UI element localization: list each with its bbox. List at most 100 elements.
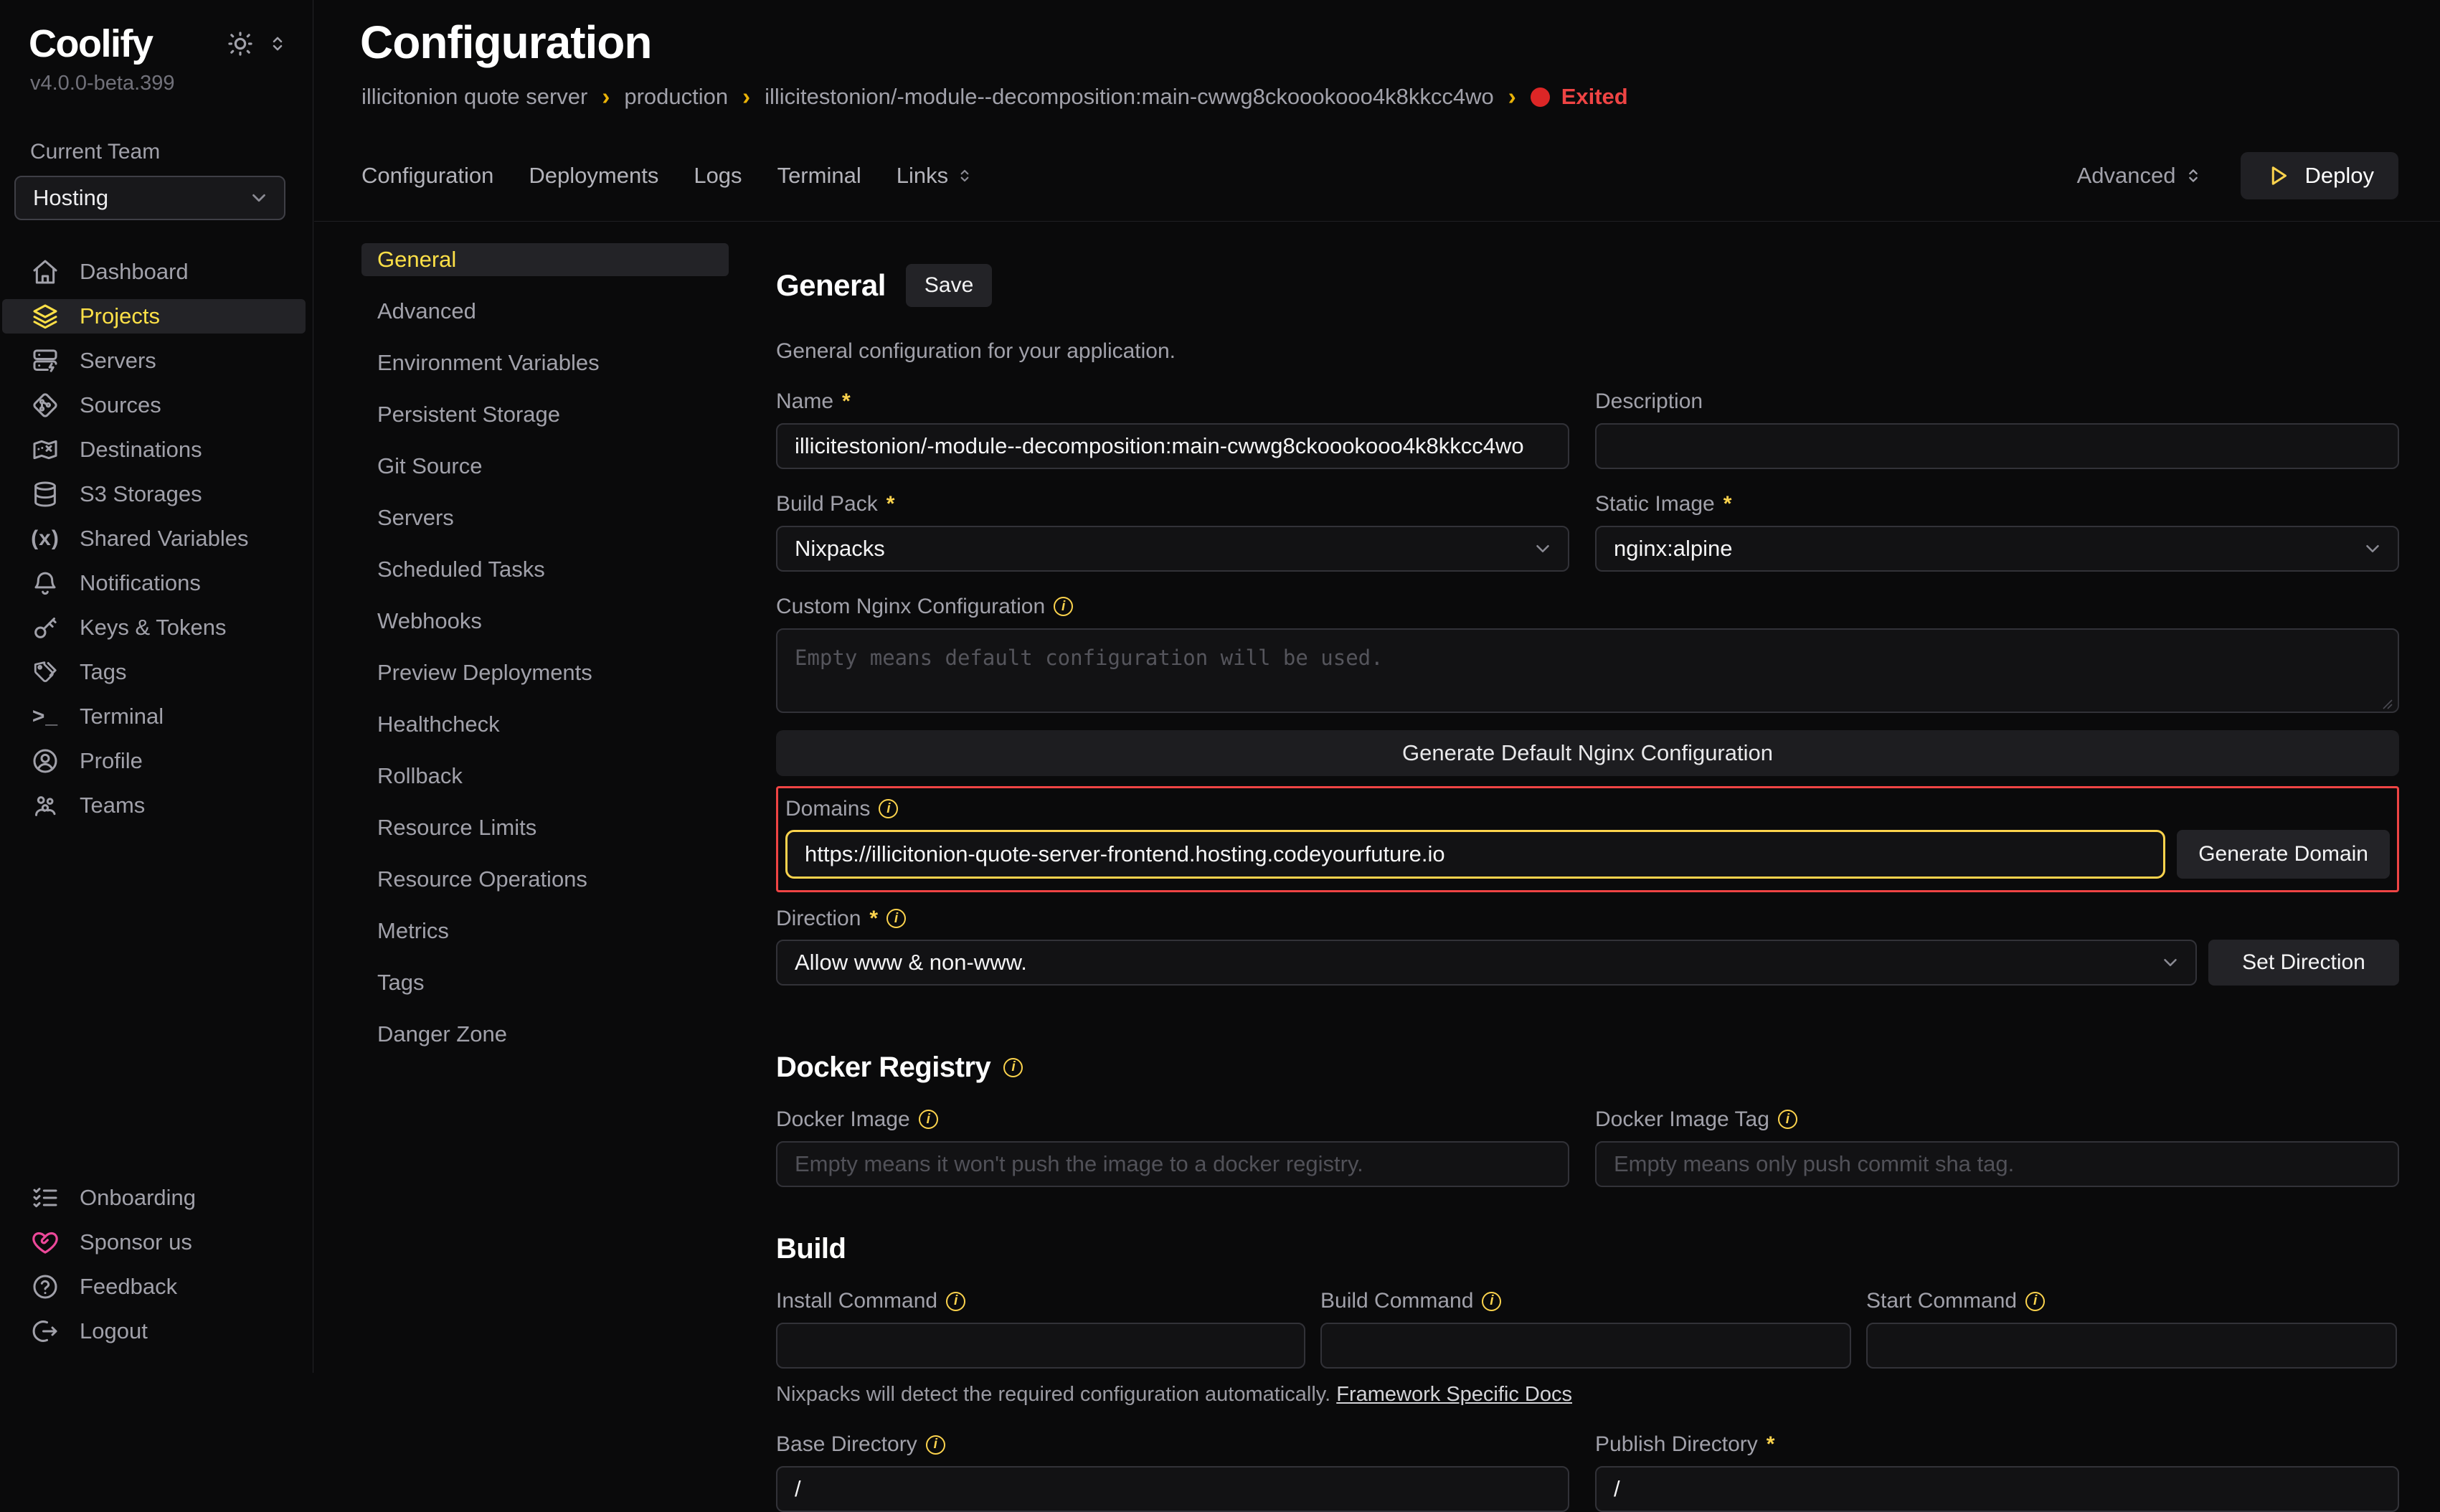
docker-registry-heading: Docker Registry i	[776, 1052, 2399, 1084]
framework-docs-link[interactable]: Framework Specific Docs	[1336, 1383, 1572, 1406]
name-input[interactable]	[776, 423, 1569, 469]
sidebar-item-label: S3 Storages	[80, 481, 202, 507]
collapse-chevrons-icon[interactable]	[267, 33, 288, 55]
advanced-menu[interactable]: Advanced	[2077, 163, 2203, 189]
config-nav-item-resource-limits[interactable]: Resource Limits	[361, 811, 729, 844]
start-command-input[interactable]	[1866, 1323, 2397, 1369]
theme-toggle-sun-icon[interactable]	[227, 30, 254, 57]
sidebar-item-logout[interactable]: Logout	[2, 1314, 306, 1348]
direction-label: Direction	[776, 907, 861, 931]
config-nav-item-rollback[interactable]: Rollback	[361, 760, 729, 793]
set-direction-button[interactable]: Set Direction	[2208, 940, 2399, 986]
deploy-button[interactable]: Deploy	[2241, 152, 2399, 199]
sidebar-item-label: Logout	[80, 1318, 148, 1344]
config-nav-item-webhooks[interactable]: Webhooks	[361, 605, 729, 638]
config-nav-item-persistent-storage[interactable]: Persistent Storage	[361, 398, 729, 431]
sidebar-item-profile[interactable]: Profile	[2, 744, 306, 778]
info-icon: i	[879, 799, 898, 818]
sidebar-item-sponsor-us[interactable]: Sponsor us	[2, 1225, 306, 1260]
sidebar-item-label: Teams	[80, 793, 145, 818]
tab-terminal[interactable]: Terminal	[777, 163, 861, 189]
base-directory-input[interactable]	[776, 1466, 1569, 1512]
sidebar-item-label: Keys & Tokens	[80, 615, 226, 641]
sidebar-item-sources[interactable]: Sources	[2, 388, 306, 422]
logout-icon	[31, 1317, 60, 1346]
chevron-down-icon	[1532, 538, 1554, 559]
sidebar-item-keys-tokens[interactable]: Keys & Tokens	[2, 610, 306, 645]
static-image-value: nginx:alpine	[1614, 536, 1732, 562]
app-version: v4.0.0-beta.399	[0, 66, 313, 95]
docker-registry-heading-text: Docker Registry	[776, 1052, 990, 1084]
git-source-icon	[31, 391, 60, 420]
tab-links[interactable]: Links	[897, 163, 974, 189]
required-asterisk: *	[1723, 492, 1732, 516]
breadcrumb-application[interactable]: illicitestonion/-module--decomposition:m…	[765, 84, 1494, 110]
config-nav-item-servers[interactable]: Servers	[361, 501, 729, 534]
config-nav-item-danger-zone[interactable]: Danger Zone	[361, 1018, 729, 1051]
map-icon	[31, 435, 60, 464]
sidebar-item-projects[interactable]: Projects	[2, 299, 306, 334]
direction-value: Allow www & non-www.	[795, 950, 1027, 975]
domains-input[interactable]	[785, 830, 2165, 879]
info-icon: i	[946, 1292, 965, 1311]
config-nav-item-healthcheck[interactable]: Healthcheck	[361, 708, 729, 741]
config-nav-item-scheduled-tasks[interactable]: Scheduled Tasks	[361, 553, 729, 586]
install-command-input[interactable]	[776, 1323, 1305, 1369]
config-nav-item-advanced[interactable]: Advanced	[361, 295, 729, 328]
sidebar-item-notifications[interactable]: Notifications	[2, 566, 306, 600]
sidebar-item-onboarding[interactable]: Onboarding	[2, 1181, 306, 1215]
checklist-icon	[31, 1183, 60, 1212]
config-nav-item-tags[interactable]: Tags	[361, 966, 729, 999]
sidebar-item-teams[interactable]: Teams	[2, 788, 306, 823]
breadcrumb-separator: ›	[602, 83, 610, 110]
docker-image-tag-input[interactable]	[1595, 1141, 2399, 1187]
sidebar-item-feedback[interactable]: Feedback	[2, 1270, 306, 1304]
sidebar-item-destinations[interactable]: Destinations	[2, 433, 306, 467]
deploy-label: Deploy	[2305, 163, 2375, 189]
name-label: Name	[776, 389, 833, 414]
sidebar-item-shared-variables[interactable]: (x) Shared Variables	[2, 521, 306, 556]
key-icon	[31, 613, 60, 642]
page-title: Configuration	[360, 16, 2440, 69]
sidebar-item-s3-storages[interactable]: S3 Storages	[2, 477, 306, 511]
breadcrumb-environment[interactable]: production	[624, 84, 728, 110]
resize-handle-icon[interactable]	[2382, 699, 2393, 710]
tab-configuration[interactable]: Configuration	[361, 163, 493, 189]
server-icon	[31, 346, 60, 375]
sidebar-item-servers[interactable]: Servers	[2, 344, 306, 378]
generate-nginx-button[interactable]: Generate Default Nginx Configuration	[776, 730, 2399, 776]
direction-select[interactable]: Allow www & non-www.	[776, 940, 2197, 986]
tab-links-label: Links	[897, 163, 948, 189]
team-select[interactable]: Hosting	[14, 176, 285, 220]
build-command-input[interactable]	[1320, 1323, 1851, 1369]
save-button[interactable]: Save	[906, 264, 992, 307]
config-nav-item-general[interactable]: General	[361, 243, 729, 276]
static-image-select[interactable]: nginx:alpine	[1595, 526, 2399, 572]
config-nav: General Advanced Environment Variables P…	[361, 243, 729, 1069]
config-nav-item-environment-variables[interactable]: Environment Variables	[361, 346, 729, 379]
breadcrumb-separator: ›	[742, 83, 750, 110]
sidebar-item-terminal[interactable]: >_ Terminal	[2, 699, 306, 734]
sidebar-item-dashboard[interactable]: Dashboard	[2, 255, 306, 289]
sidebar-item-label: Feedback	[80, 1274, 177, 1300]
build-pack-select[interactable]: Nixpacks	[776, 526, 1569, 572]
sidebar-item-tags[interactable]: Tags	[2, 655, 306, 689]
config-nav-item-git-source[interactable]: Git Source	[361, 450, 729, 483]
custom-nginx-textarea[interactable]	[776, 628, 2399, 713]
info-icon: i	[1778, 1110, 1797, 1129]
publish-directory-input[interactable]	[1595, 1466, 2399, 1512]
description-input[interactable]	[1595, 423, 2399, 469]
custom-nginx-label: Custom Nginx Configuration	[776, 595, 1045, 619]
config-nav-item-resource-operations[interactable]: Resource Operations	[361, 863, 729, 896]
tab-deployments[interactable]: Deployments	[529, 163, 658, 189]
start-command-label: Start Command	[1866, 1289, 2017, 1313]
tab-logs[interactable]: Logs	[694, 163, 742, 189]
config-nav-item-metrics[interactable]: Metrics	[361, 915, 729, 948]
docker-image-input[interactable]	[776, 1141, 1569, 1187]
breadcrumb-project[interactable]: illicitonion quote server	[361, 84, 587, 110]
general-heading: General	[776, 268, 886, 303]
required-asterisk: *	[842, 389, 851, 414]
config-nav-item-preview-deployments[interactable]: Preview Deployments	[361, 656, 729, 689]
home-icon	[31, 257, 60, 286]
generate-domain-button[interactable]: Generate Domain	[2177, 830, 2390, 879]
